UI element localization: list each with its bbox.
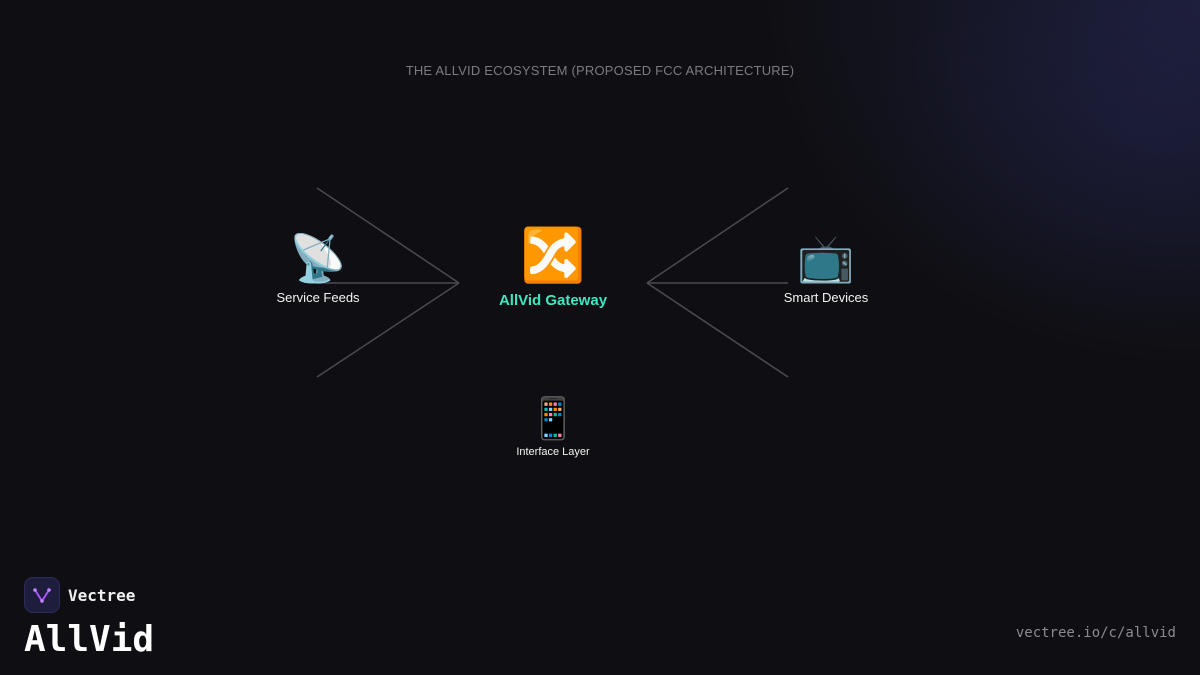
node-label-allvid-gateway: AllVid Gateway <box>498 292 608 309</box>
connector-lines <box>316 187 789 378</box>
node-label-smart-devices: Smart Devices <box>783 290 869 305</box>
node-service-feeds: 📡 Service Feeds <box>258 232 378 305</box>
node-allvid-gateway: 🔀 AllVid Gateway <box>473 226 633 309</box>
mobile-phone-icon: 📱 <box>528 397 578 441</box>
vectree-logo-icon <box>24 577 60 613</box>
product-name: AllVid <box>24 619 155 660</box>
source-url: vectree.io/c/allvid <box>1015 625 1176 641</box>
node-label-interface-layer: Interface Layer <box>516 446 590 458</box>
node-smart-devices: 📺 Smart Devices <box>766 232 886 305</box>
node-interface-layer: 📱 Interface Layer <box>493 396 613 458</box>
node-label-service-feeds: Service Feeds <box>276 290 360 305</box>
brand-name: Vectree <box>68 585 136 605</box>
television-icon: 📺 <box>797 232 855 284</box>
shuffle-arrows-icon: 🔀 <box>520 227 586 285</box>
satellite-dish-icon: 📡 <box>289 232 347 284</box>
brand-block: Vectree AllVid <box>24 577 154 660</box>
